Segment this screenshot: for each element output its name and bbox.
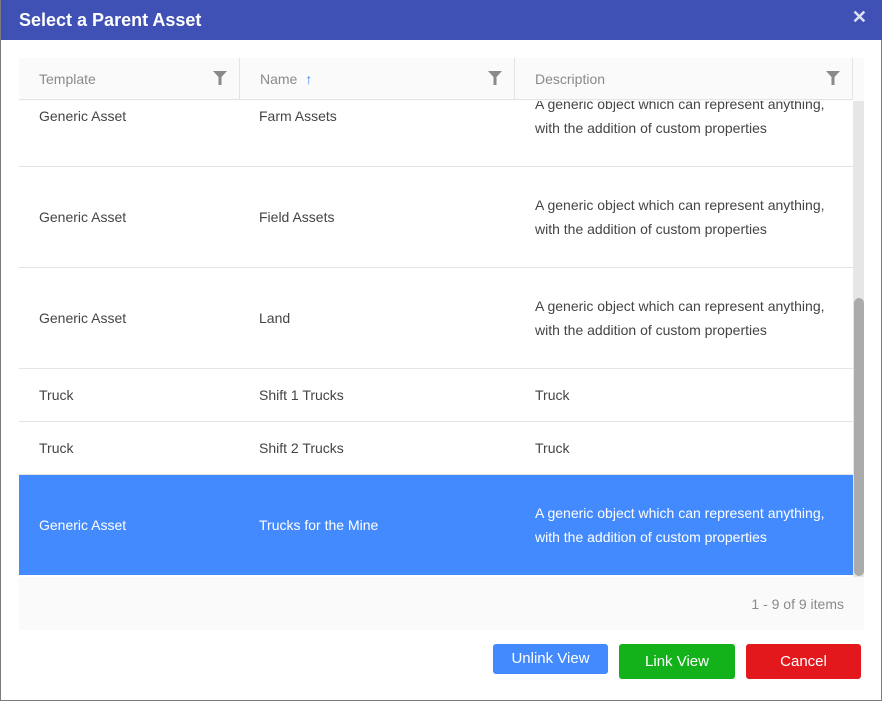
scrollbar-thumb[interactable] bbox=[854, 298, 864, 576]
description-cell: A generic object which can represent any… bbox=[535, 101, 825, 136]
column-header-description[interactable]: Description bbox=[515, 58, 853, 100]
column-header-template[interactable]: Template bbox=[19, 58, 240, 100]
table-row[interactable]: Truck Shift 1 Trucks Truck bbox=[19, 369, 853, 422]
table-row[interactable]: Generic Asset Field Assets A generic obj… bbox=[19, 167, 853, 268]
unlink-view-button[interactable]: Unlink View bbox=[493, 644, 608, 674]
grid-body: Generic Asset Farm Assets A generic obje… bbox=[19, 101, 853, 577]
link-view-button[interactable]: Link View bbox=[619, 644, 735, 679]
cancel-button[interactable]: Cancel bbox=[746, 644, 861, 679]
grid-footer: 1 - 9 of 9 items bbox=[19, 577, 864, 630]
name-cell: Land bbox=[259, 310, 291, 326]
template-cell: Truck bbox=[39, 440, 74, 456]
column-header-name[interactable]: Name ↑ bbox=[240, 58, 515, 100]
table-row-selected[interactable]: Generic Asset Trucks for the Mine A gene… bbox=[19, 475, 853, 575]
description-cell: A generic object which can represent any… bbox=[535, 298, 825, 338]
asset-grid: Template Name ↑ Description Generic Asset… bbox=[19, 58, 864, 630]
description-cell: A generic object which can represent any… bbox=[535, 505, 825, 545]
grid-header: Template Name ↑ Description bbox=[19, 58, 853, 100]
template-cell: Truck bbox=[39, 387, 74, 403]
description-cell: Truck bbox=[535, 387, 570, 403]
pager-info: 1 - 9 of 9 items bbox=[751, 596, 844, 612]
template-cell: Generic Asset bbox=[39, 310, 127, 326]
template-cell: Generic Asset bbox=[39, 108, 127, 124]
dialog-titlebar: Select a Parent Asset ✕ bbox=[1, 0, 882, 40]
column-label: Description bbox=[535, 71, 606, 87]
table-row[interactable]: Truck Shift 2 Trucks Truck bbox=[19, 422, 853, 475]
filter-icon[interactable] bbox=[213, 71, 227, 85]
table-row[interactable]: Generic Asset Land A generic object whic… bbox=[19, 268, 853, 369]
filter-icon[interactable] bbox=[488, 71, 502, 85]
name-cell: Shift 1 Trucks bbox=[259, 387, 344, 403]
table-row[interactable]: Generic Asset Farm Assets A generic obje… bbox=[19, 101, 853, 167]
close-icon[interactable]: ✕ bbox=[852, 7, 867, 28]
name-cell: Field Assets bbox=[259, 209, 335, 225]
description-cell: A generic object which can represent any… bbox=[535, 197, 825, 237]
select-parent-asset-dialog: Select a Parent Asset ✕ Template Name ↑ D… bbox=[0, 0, 882, 701]
dialog-title: Select a Parent Asset bbox=[19, 10, 202, 30]
name-cell: Farm Assets bbox=[259, 108, 337, 124]
column-label: Template bbox=[39, 71, 96, 87]
template-cell: Generic Asset bbox=[39, 209, 127, 225]
vertical-scrollbar[interactable] bbox=[853, 101, 864, 577]
description-cell: Truck bbox=[535, 440, 570, 456]
filter-icon[interactable] bbox=[826, 71, 840, 85]
name-cell: Trucks for the Mine bbox=[259, 517, 379, 533]
column-label: Name bbox=[260, 71, 298, 87]
template-cell: Generic Asset bbox=[39, 517, 127, 533]
sort-ascending-icon[interactable]: ↑ bbox=[305, 71, 312, 87]
name-cell: Shift 2 Trucks bbox=[259, 440, 344, 456]
